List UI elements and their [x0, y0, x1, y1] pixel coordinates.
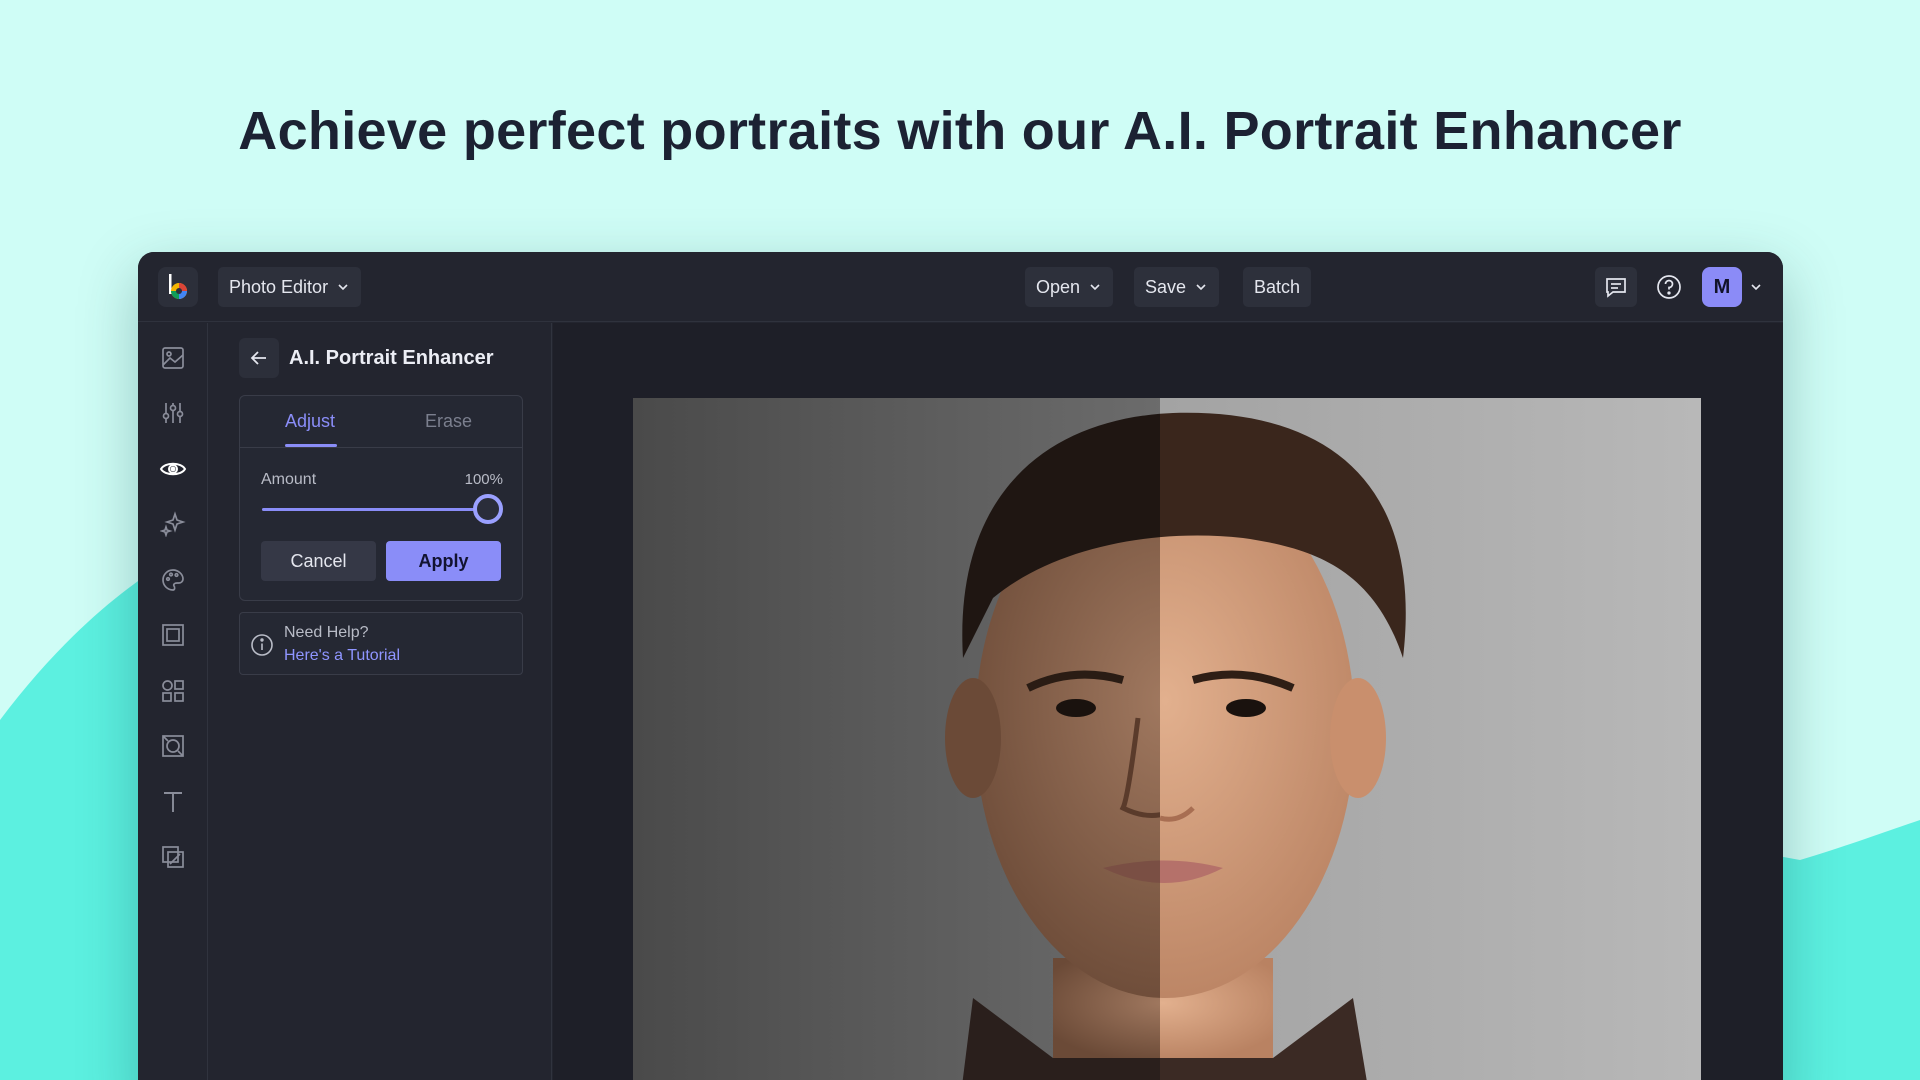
photo-editor-menu[interactable]: Photo Editor [218, 267, 362, 307]
open-menu[interactable]: Open [1025, 267, 1114, 307]
image-icon[interactable] [158, 343, 188, 373]
chevron-down-icon [338, 284, 348, 291]
save-menu[interactable]: Save [1134, 267, 1220, 307]
text-icon[interactable] [158, 787, 188, 817]
tab-adjust[interactable]: Adjust [285, 411, 335, 432]
apply-button[interactable]: Apply [386, 541, 501, 581]
eye-icon[interactable] [158, 454, 188, 484]
app-window: Photo Editor Open Save Batch M A.I. Port… [138, 252, 1783, 1080]
amount-slider-thumb[interactable] [473, 494, 503, 524]
palette-icon[interactable] [158, 565, 188, 595]
amount-slider[interactable] [262, 508, 488, 511]
layers-icon[interactable] [158, 842, 188, 872]
batch-button[interactable]: Batch [1243, 267, 1312, 307]
sparkles-icon[interactable] [158, 509, 188, 539]
chevron-down-icon[interactable] [1749, 280, 1763, 294]
tool-panel: A.I. Portrait Enhancer Adjust Erase Amou… [209, 323, 552, 1080]
cancel-button[interactable]: Cancel [261, 541, 376, 581]
top-bar: Photo Editor Open Save Batch M [138, 252, 1783, 322]
panel-title: A.I. Portrait Enhancer [289, 347, 494, 369]
tutorial-link[interactable]: Here's a Tutorial [284, 647, 400, 665]
open-label: Open [1036, 276, 1081, 297]
question-circle-icon[interactable] [1648, 267, 1690, 307]
page-headline: Achieve perfect portraits with our A.I. … [238, 101, 1682, 161]
tab-bar: Adjust Erase [240, 396, 522, 448]
save-label: Save [1145, 276, 1187, 297]
chevron-down-icon [1090, 284, 1100, 291]
help-box: Need Help? Here's a Tutorial [239, 612, 523, 675]
amount-slider-fill [262, 508, 488, 511]
arrow-left-icon[interactable] [239, 338, 279, 378]
befunky-logo-icon[interactable] [158, 267, 198, 307]
info-circle-icon [251, 634, 273, 656]
texture-icon[interactable] [158, 731, 188, 761]
batch-label: Batch [1254, 276, 1301, 297]
comment-icon[interactable] [1595, 267, 1637, 307]
sliders-icon[interactable] [158, 398, 188, 428]
help-prompt: Need Help? [284, 624, 369, 641]
portrait-before-after-photo[interactable] [633, 398, 1701, 1080]
shapes-icon[interactable] [158, 676, 188, 706]
tab-erase[interactable]: Erase [425, 411, 472, 432]
frame-icon[interactable] [158, 620, 188, 650]
avatar-initial: M [1713, 275, 1731, 298]
avatar[interactable]: M [1702, 267, 1742, 307]
amount-value: 100% [464, 471, 503, 488]
photo-editor-label: Photo Editor [229, 276, 329, 297]
amount-label: Amount [261, 471, 317, 488]
chevron-down-icon [1196, 284, 1206, 291]
active-tab-indicator [285, 444, 337, 447]
canvas-area [553, 323, 1783, 1080]
adjust-card: Adjust Erase Amount 100% Cancel Apply [239, 395, 523, 601]
tool-rail [138, 323, 208, 1080]
